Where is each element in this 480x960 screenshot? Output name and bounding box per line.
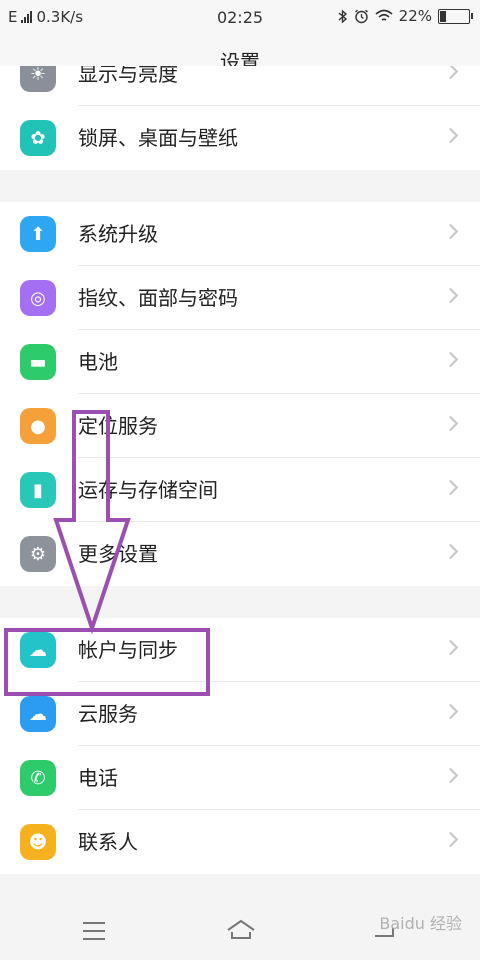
fingerprint-icon: ◎ <box>20 280 56 316</box>
settings-item-contacts[interactable]: ☻ 联系人 <box>0 810 480 874</box>
chevron-right-icon <box>442 66 459 80</box>
watermark-text: Baidu 经验 <box>379 914 462 933</box>
home-button[interactable] <box>226 918 256 942</box>
contact-icon: ☻ <box>20 824 56 860</box>
chevron-right-icon <box>442 639 459 656</box>
battery-percent: 22% <box>398 7 432 25</box>
cloud-icon: ☁ <box>20 696 56 732</box>
chevron-right-icon <box>442 415 459 432</box>
settings-item-update[interactable]: ⬆ 系统升级 <box>0 202 480 266</box>
upgrade-icon: ⬆ <box>20 216 56 252</box>
chevron-right-icon <box>442 351 459 368</box>
status-right: 22% <box>338 7 473 25</box>
settings-item-label: 联系人 <box>78 830 138 854</box>
settings-item-more[interactable]: ⚙ 更多设置 <box>0 522 480 586</box>
settings-item-label: 更多设置 <box>78 542 158 566</box>
menu-button[interactable] <box>83 922 105 946</box>
phone-icon: ✆ <box>20 760 56 796</box>
gear-icon: ⚙ <box>20 536 56 572</box>
sun-icon: ☀ <box>20 66 56 92</box>
alarm-icon <box>354 9 368 23</box>
battery-icon <box>438 8 473 24</box>
bluetooth-icon <box>338 8 347 24</box>
settings-item-lockscreen[interactable]: ✿ 锁屏、桌面与壁纸 <box>0 106 480 170</box>
settings-item-phone[interactable]: ✆ 电话 <box>0 746 480 810</box>
settings-item-display[interactable]: ☀ 显示与亮度 <box>0 66 480 106</box>
settings-item-label: 云服务 <box>78 702 138 726</box>
chevron-right-icon <box>442 479 459 496</box>
cloud-sync-icon: ☁ <box>20 632 56 668</box>
section-gap <box>0 586 480 618</box>
settings-item-fingerprint[interactable]: ◎ 指纹、面部与密码 <box>0 266 480 330</box>
settings-item-label: 显示与亮度 <box>78 66 178 86</box>
settings-item-label: 运存与存储空间 <box>78 478 218 502</box>
section-gap <box>0 170 480 202</box>
settings-list: ☀ 显示与亮度 ✿ 锁屏、桌面与壁纸 ⬆ 系统升级 ◎ 指纹、面部与密码 ▬ 电池 ● 定位服务 ▮ 运存… <box>0 66 480 874</box>
battery-fill <box>440 10 446 22</box>
settings-item-label: 电池 <box>78 350 118 374</box>
settings-item-label: 定位服务 <box>78 414 158 438</box>
location-pin-icon: ● <box>20 408 56 444</box>
chevron-right-icon <box>442 703 459 720</box>
settings-item-label: 锁屏、桌面与壁纸 <box>78 126 238 150</box>
status-bar: E 0.3K/s 02:25 22% <box>0 0 480 34</box>
chevron-right-icon <box>442 287 459 304</box>
settings-item-label: 系统升级 <box>78 222 158 246</box>
settings-item-location[interactable]: ● 定位服务 <box>0 394 480 458</box>
chevron-right-icon <box>442 223 459 240</box>
wifi-icon <box>375 9 393 21</box>
settings-item-label: 帐户与同步 <box>78 638 178 662</box>
battery-icon: ▬ <box>20 344 56 380</box>
settings-item-battery[interactable]: ▬ 电池 <box>0 330 480 394</box>
settings-item-cloud[interactable]: ☁ 云服务 <box>0 682 480 746</box>
chevron-right-icon <box>442 767 459 784</box>
settings-item-storage[interactable]: ▮ 运存与存储空间 <box>0 458 480 522</box>
settings-item-label: 指纹、面部与密码 <box>78 286 238 310</box>
chevron-right-icon <box>442 127 459 144</box>
sd-card-icon: ▮ <box>20 472 56 508</box>
settings-item-account[interactable]: ☁ 帐户与同步 <box>0 618 480 682</box>
palette-icon: ✿ <box>20 120 56 156</box>
chevron-right-icon <box>442 543 459 560</box>
settings-item-label: 电话 <box>78 766 118 790</box>
chevron-right-icon <box>442 831 459 848</box>
